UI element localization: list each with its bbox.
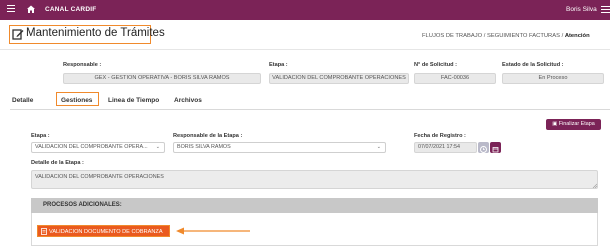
responsable-select-value: BORIS SILVA RAMOS: [177, 144, 231, 150]
responsable-field: GEX - GESTION OPERATIVA - BORIS SILVA RA…: [63, 73, 261, 84]
document-icon: [41, 228, 47, 235]
breadcrumb-path[interactable]: FLUJOS DE TRABAJO / SEGUIMIENTO FACTURAS…: [422, 33, 565, 39]
clock-button[interactable]: [478, 142, 489, 153]
tab-linea-de-tiempo[interactable]: Linea de Tiempo: [108, 97, 159, 104]
title-bar: Mantenimiento de Trámites FLUJOS DE TRAB…: [0, 20, 610, 50]
form-responsable-label: Responsable de la Etapa :: [173, 133, 243, 139]
edit-icon: [12, 29, 24, 40]
solicitud-label: N° de Solicitud :: [414, 62, 457, 68]
form-etapa-label: Etapa :: [31, 133, 50, 139]
estado-field: En Proceso: [502, 73, 604, 84]
calendar-icon: [492, 147, 499, 153]
page-title: Mantenimiento de Trámites: [26, 27, 165, 39]
breadcrumb-current: Atención: [564, 33, 590, 39]
chevron-down-icon: ⌄: [155, 144, 160, 150]
tab-archivos[interactable]: Archivos: [174, 97, 202, 104]
responsable-select[interactable]: BORIS SILVA RAMOS ⌄: [173, 142, 386, 153]
home-icon[interactable]: [26, 4, 36, 14]
finalizar-etapa-button[interactable]: ▣ Finalizar Etapa: [546, 119, 601, 130]
tab-detalle[interactable]: Detalle: [12, 97, 33, 104]
fecha-registro-field[interactable]: 07/07/2021 17:54: [414, 142, 477, 153]
estado-label: Estado de la Solicitud :: [502, 62, 564, 68]
clock-icon: [480, 146, 487, 153]
top-navbar: CANAL CARDIF Boris Silva: [0, 0, 610, 20]
brand-name[interactable]: CANAL CARDIF: [45, 6, 96, 13]
procesos-adicionales-header: PROCESOS ADICIONALES:: [31, 198, 598, 213]
tab-gestiones[interactable]: Gestiones: [61, 97, 92, 104]
solicitud-field: FAC-00036: [414, 73, 496, 84]
breadcrumb: FLUJOS DE TRABAJO / SEGUIMIENTO FACTURAS…: [422, 33, 590, 39]
etapa-select[interactable]: VALIDACION DEL COMPROBANTE OPERA... ⌄: [31, 142, 165, 153]
options-menu-icon[interactable]: [601, 6, 610, 14]
form-detalle-label: Detalle de la Etapa :: [31, 160, 84, 166]
user-name[interactable]: Boris Silva: [566, 6, 597, 13]
detalle-etapa-textarea[interactable]: VALIDACION DEL COMPROBANTE OPERACIONES: [31, 170, 598, 189]
etapa-field: VALIDACION DEL COMPROBANTE OPERACIONES: [269, 73, 409, 84]
tab-divider: [10, 109, 610, 110]
responsable-label: Responsable :: [63, 62, 102, 68]
resize-handle-icon[interactable]: [592, 183, 597, 188]
form-fecha-label: Fecha de Registro :: [414, 133, 466, 139]
etapa-label: Etapa :: [269, 62, 288, 68]
chevron-down-icon: ⌄: [376, 144, 381, 150]
pointer-arrow-icon: [176, 227, 250, 235]
etapa-select-value: VALIDACION DEL COMPROBANTE OPERA...: [35, 144, 148, 150]
validacion-documento-cobranza-button[interactable]: VALIDACION DOCUMENTO DE COBRANZA: [37, 225, 170, 237]
calendar-button[interactable]: [490, 142, 501, 153]
finalizar-icon: ▣: [552, 121, 559, 127]
validacion-button-label: VALIDACION DOCUMENTO DE COBRANZA: [49, 229, 163, 235]
finalizar-etapa-label: Finalizar Etapa: [558, 121, 595, 127]
menu-icon[interactable]: [7, 5, 15, 15]
